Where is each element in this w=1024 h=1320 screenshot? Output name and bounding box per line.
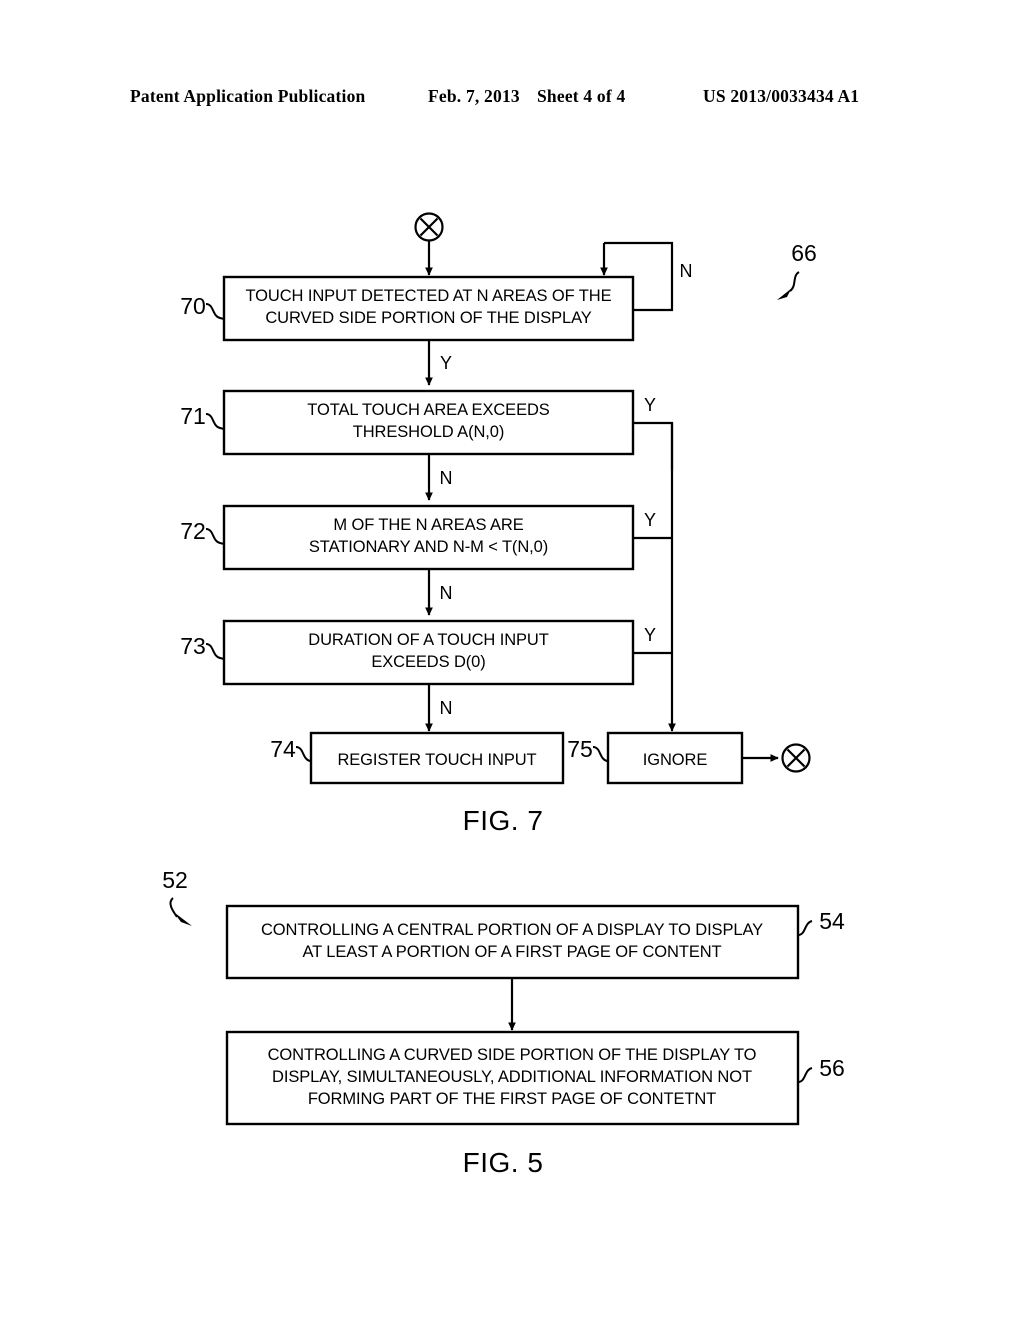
flow-box-71-line-1: TOTAL TOUCH AREA EXCEEDS — [307, 401, 550, 419]
patent-figures-canvas: TOUCH INPUT DETECTED AT N AREAS OF THE C… — [162, 212, 845, 1178]
ref-leader-72 — [205, 528, 225, 545]
ref-number-72: 72 — [180, 518, 206, 544]
branch-label-72-no: N — [440, 583, 453, 603]
ref-leader-74 — [295, 746, 311, 762]
figure-ref-66-arrowhead — [777, 288, 792, 300]
ref-number-71: 71 — [180, 403, 206, 429]
flow-box-56-line-3: FORMING PART OF THE FIRST PAGE OF CONTET… — [308, 1090, 716, 1108]
flow-box-71-line-2: THRESHOLD A(N,0) — [353, 423, 505, 441]
branch-label-73-no: N — [440, 698, 453, 718]
ref-number-70: 70 — [180, 293, 206, 319]
figure-7-caption: FIG. 7 — [463, 805, 544, 836]
branch-label-70-yes: Y — [440, 353, 452, 373]
figure-ref-52: 52 — [162, 867, 188, 893]
ref-leader-54 — [797, 920, 813, 936]
branch-label-71-no: N — [440, 468, 453, 488]
figure-5-caption: FIG. 5 — [463, 1147, 544, 1178]
figure-5-group: 52 CONTROLLING A CENTRAL PORTION OF A DI… — [162, 867, 845, 1178]
figure-7-group: TOUCH INPUT DETECTED AT N AREAS OF THE C… — [180, 212, 817, 836]
ref-leader-75 — [592, 746, 608, 762]
flow-box-72-line-1: M OF THE N AREAS ARE — [333, 516, 523, 534]
ref-number-73: 73 — [180, 633, 206, 659]
ref-number-56: 56 — [819, 1055, 845, 1081]
figure-ref-66: 66 — [791, 240, 817, 266]
figure-ref-52-arrowhead — [175, 913, 192, 926]
ref-leader-73 — [205, 643, 225, 660]
branch-label-73-yes: Y — [644, 625, 656, 645]
flow-box-72-line-2: STATIONARY AND N-M < T(N,0) — [309, 538, 548, 556]
flow-box-74-label: REGISTER TOUCH INPUT — [337, 751, 536, 769]
exit-connector-circle-x — [781, 743, 811, 773]
figure-ref-66-leader — [789, 271, 800, 292]
flow-box-54-line-1: CONTROLLING A CENTRAL PORTION OF A DISPL… — [261, 921, 763, 939]
flow-box-70-line-1: TOUCH INPUT DETECTED AT N AREAS OF THE — [246, 287, 612, 305]
flow-box-73-line-1: DURATION OF A TOUCH INPUT — [308, 631, 548, 649]
branch-label-71-yes: Y — [644, 395, 656, 415]
branch-yes-71 — [633, 421, 674, 470]
flow-box-70-line-2: CURVED SIDE PORTION OF THE DISPLAY — [265, 309, 591, 327]
flow-box-75-label: IGNORE — [643, 751, 708, 769]
ref-leader-56 — [797, 1067, 813, 1083]
ref-number-74: 74 — [270, 736, 296, 762]
ref-number-54: 54 — [819, 908, 845, 934]
flow-box-56-line-1: CONTROLLING A CURVED SIDE PORTION OF THE… — [268, 1046, 757, 1064]
ref-leader-71 — [205, 413, 225, 430]
flow-box-73-line-2: EXCEEDS D(0) — [371, 653, 485, 671]
ref-leader-70 — [205, 303, 225, 320]
branch-label-70-no: N — [680, 261, 693, 281]
entry-connector-circle-x — [414, 212, 444, 242]
ref-number-75: 75 — [567, 736, 593, 762]
branch-label-72-yes: Y — [644, 510, 656, 530]
flow-box-54[interactable] — [225, 904, 800, 980]
flow-box-54-line-2: AT LEAST A PORTION OF A FIRST PAGE OF CO… — [302, 943, 721, 961]
flow-box-56-line-2: DISPLAY, SIMULTANEOUSLY, ADDITIONAL INFO… — [272, 1068, 752, 1086]
